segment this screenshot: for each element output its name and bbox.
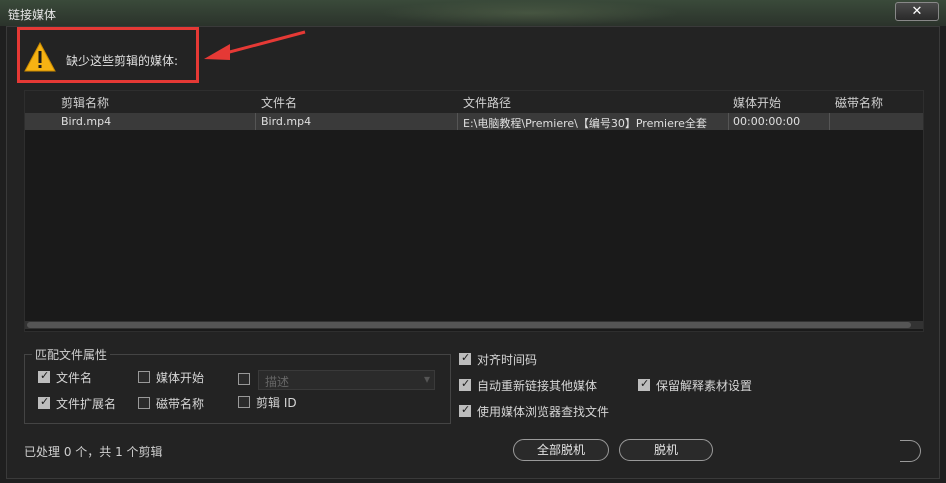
status-text: 已处理 0 个，共 1 个剪辑 — [24, 445, 163, 459]
horizontal-scrollbar[interactable] — [25, 321, 923, 329]
column-header-clip-name[interactable]: 剪辑名称 — [61, 94, 109, 111]
offline-button[interactable]: 脱机 — [619, 439, 713, 461]
scrollbar-thumb[interactable] — [27, 322, 911, 328]
label-clip-id: 剪辑 ID — [256, 396, 297, 410]
label-file-name: 文件名 — [56, 371, 93, 385]
partial-button-edge[interactable] — [900, 440, 921, 462]
chevron-down-icon: ▾ — [423, 372, 430, 386]
checkbox-file-extension[interactable] — [38, 395, 50, 409]
cell-clip-name: Bird.mp4 — [61, 115, 112, 128]
checkbox-align-timecode[interactable] — [459, 351, 471, 365]
checkbox-auto-relink[interactable] — [459, 377, 471, 391]
close-icon[interactable]: ✕ — [912, 4, 923, 19]
label-file-extension: 文件扩展名 — [56, 397, 117, 411]
label-preserve-interpret: 保留解释素材设置 — [656, 379, 753, 393]
window-title: 链接媒体 — [8, 8, 57, 22]
column-header-tape-name[interactable]: 磁带名称 — [835, 94, 883, 111]
title-bar: 链接媒体 ✕ — [0, 0, 946, 26]
cell-file-name: Bird.mp4 — [261, 115, 312, 128]
label-use-media-browser: 使用媒体浏览器查找文件 — [477, 405, 610, 419]
checkbox-tape-name[interactable] — [138, 397, 150, 409]
red-arrow-annotation — [204, 30, 306, 60]
checkbox-file-name[interactable] — [38, 369, 50, 383]
background-decoration — [380, 0, 680, 26]
match-properties-label: 匹配文件属性 — [32, 346, 111, 363]
label-auto-relink: 自动重新链接其他媒体 — [477, 379, 598, 393]
column-separator — [728, 113, 729, 130]
checkbox-clip-id[interactable] — [238, 396, 250, 408]
cell-file-path: E:\电脑教程\Premiere\【编号30】Premiere全套 — [463, 117, 707, 130]
warning-message: 缺少这些剪辑的媒体: — [66, 54, 179, 68]
label-tape-name: 磁带名称 — [156, 397, 205, 411]
column-header-media-start[interactable]: 媒体开始 — [733, 94, 781, 111]
missing-media-table[interactable]: 剪辑名称 文件名 文件路径 媒体开始 磁带名称 Bird.mp4 Bird.mp… — [24, 90, 924, 332]
close-button[interactable]: ✕ — [895, 2, 939, 21]
description-field[interactable]: 描述 ▾ — [258, 370, 435, 390]
table-row[interactable]: Bird.mp4 Bird.mp4 E:\电脑教程\Premiere\【编号30… — [25, 113, 923, 130]
offline-all-button[interactable]: 全部脱机 — [513, 439, 609, 461]
warning-icon — [24, 42, 56, 72]
cell-media-start: 00:00:00:00 — [733, 115, 801, 128]
label-align-timecode: 对齐时间码 — [477, 353, 538, 367]
column-separator — [255, 113, 256, 130]
column-header-file-name[interactable]: 文件名 — [261, 94, 297, 111]
checkbox-preserve-interpret[interactable] — [638, 377, 650, 391]
table-header: 剪辑名称 文件名 文件路径 媒体开始 磁带名称 — [25, 91, 923, 113]
checkbox-media-start[interactable] — [138, 371, 150, 383]
label-media-start: 媒体开始 — [156, 371, 205, 385]
description-placeholder: 描述 — [265, 375, 290, 389]
column-header-file-path[interactable]: 文件路径 — [463, 94, 511, 111]
column-separator — [829, 113, 830, 130]
checkbox-use-media-browser[interactable] — [459, 403, 471, 417]
column-separator — [457, 113, 458, 130]
checkbox-description[interactable] — [238, 373, 250, 385]
